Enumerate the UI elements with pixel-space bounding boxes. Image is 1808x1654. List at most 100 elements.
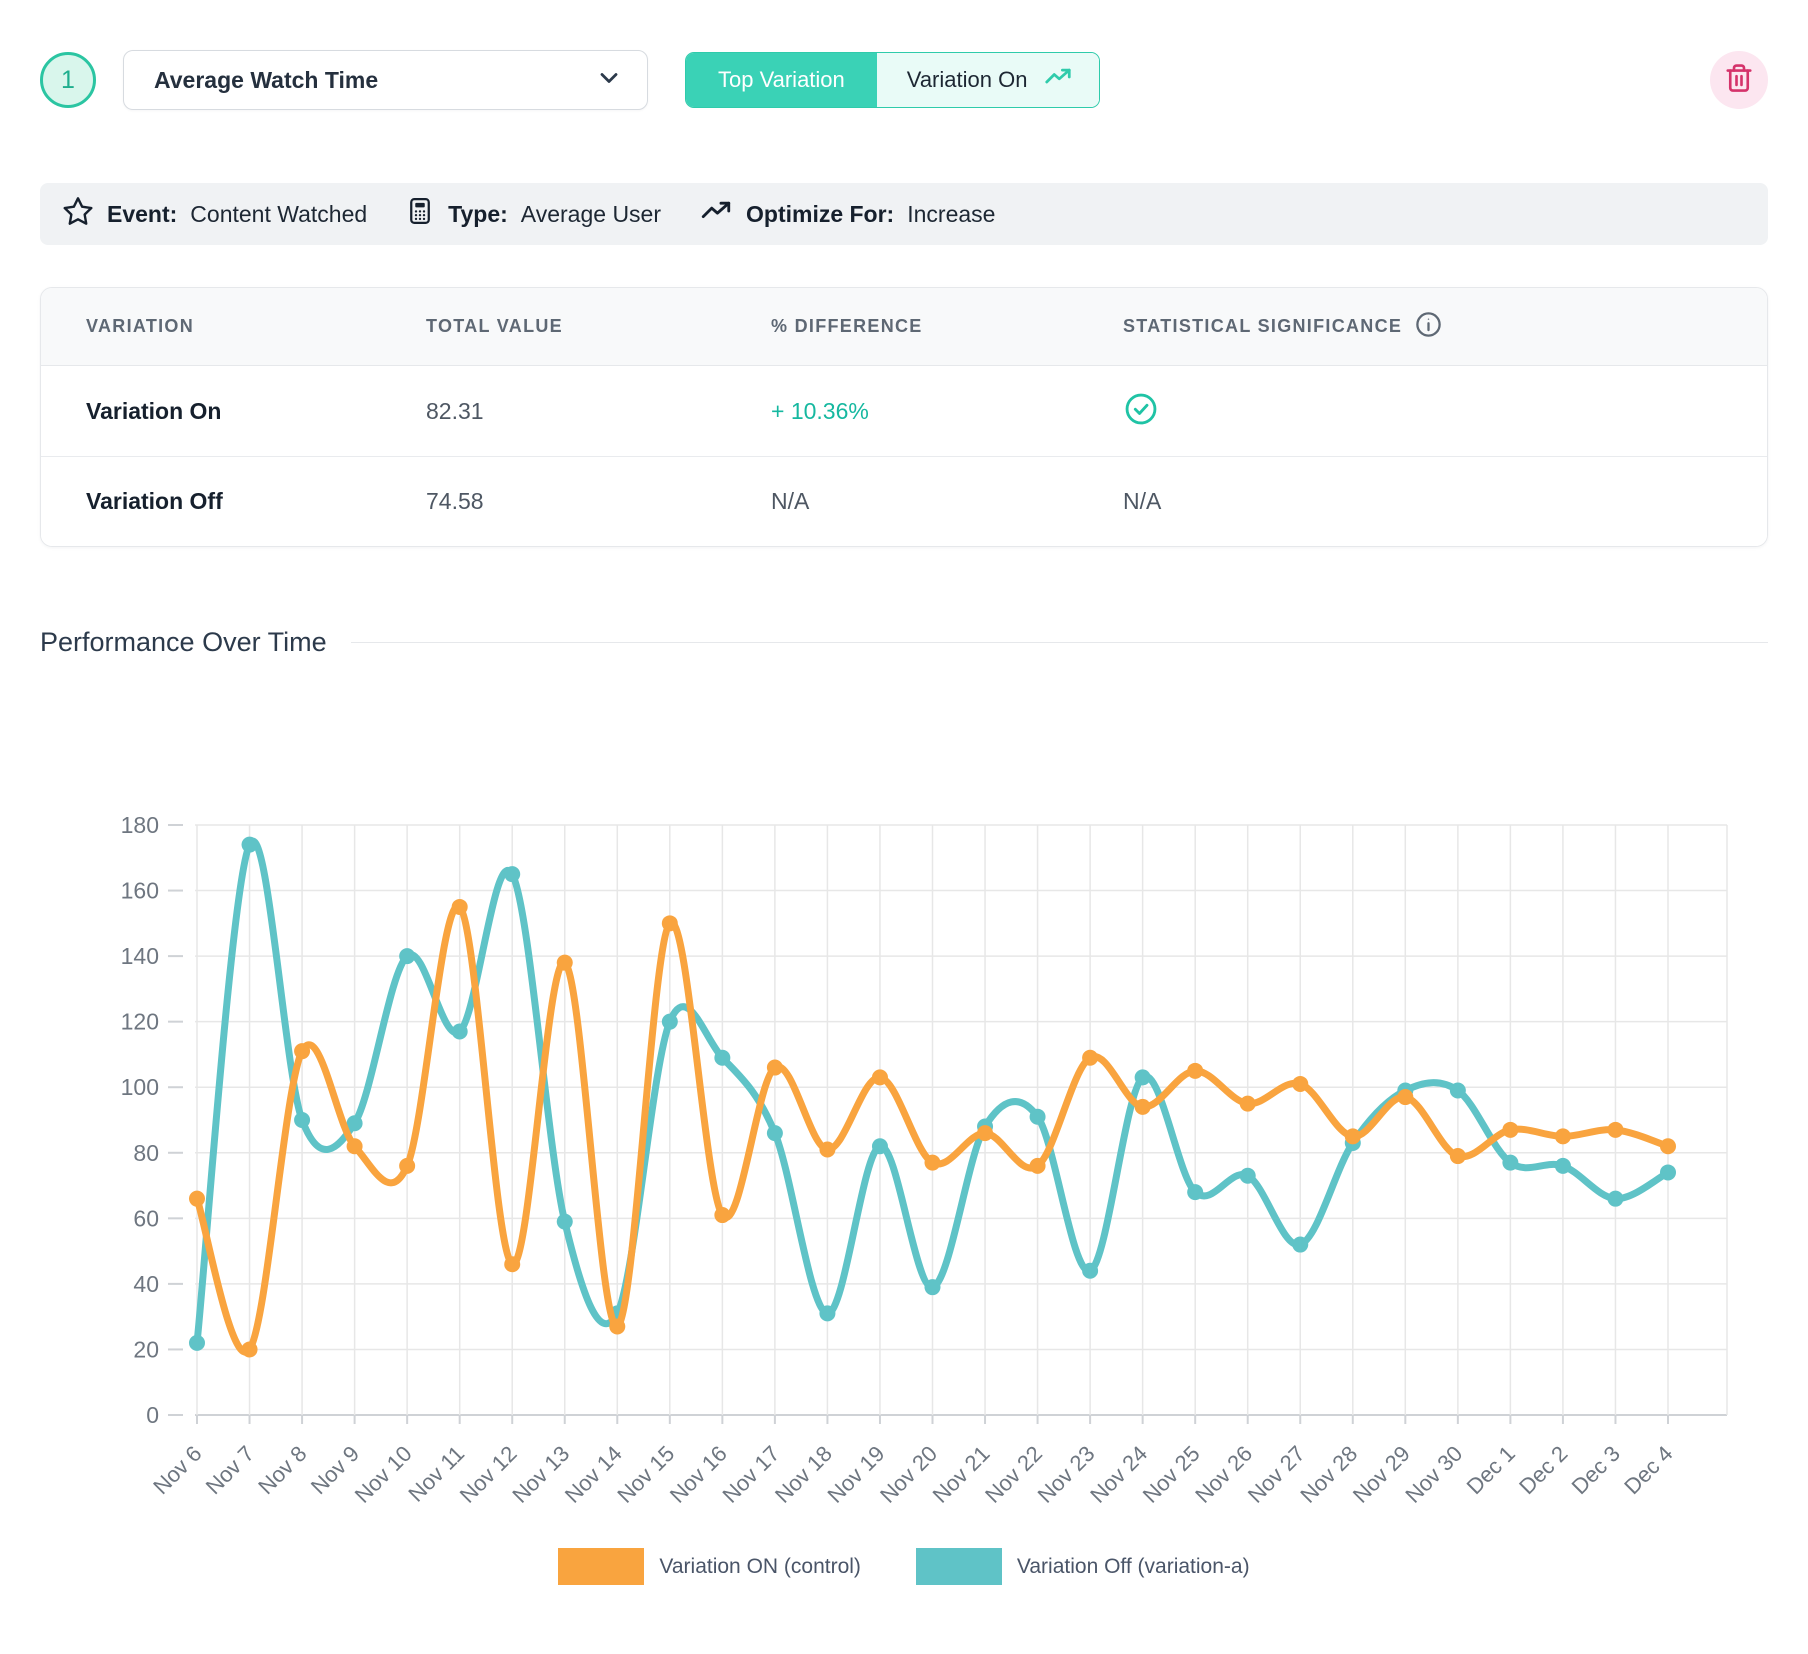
data-point[interactable] — [1502, 1122, 1518, 1138]
card-header-controls: 1 Average Watch Time Top Variation Varia… — [40, 50, 1768, 110]
col-variation: VARIATION — [86, 316, 426, 337]
data-point[interactable] — [1082, 1050, 1098, 1066]
data-point[interactable] — [1292, 1237, 1308, 1253]
col-total-value: TOTAL VALUE — [426, 316, 771, 337]
data-point[interactable] — [1292, 1076, 1308, 1092]
summary-type-value: Average User — [521, 201, 661, 228]
data-point[interactable] — [1397, 1089, 1413, 1105]
toggle-top-variation[interactable]: Top Variation — [686, 53, 877, 107]
data-point[interactable] — [1555, 1128, 1571, 1144]
toggle-variation-on[interactable]: Variation On — [877, 53, 1100, 107]
data-point[interactable] — [662, 1014, 678, 1030]
data-point[interactable] — [189, 1191, 205, 1207]
x-tick-label: Nov 14 — [560, 1441, 627, 1508]
data-point[interactable] — [1082, 1263, 1098, 1279]
performance-chart: 020406080100120140160180Nov 6Nov 7Nov 8N… — [40, 682, 1768, 1542]
x-tick-label: Nov 30 — [1400, 1441, 1467, 1508]
data-point[interactable] — [1240, 1096, 1256, 1112]
y-tick-label: 20 — [133, 1336, 159, 1362]
data-point[interactable] — [1187, 1184, 1203, 1200]
toggle-top-variation-label: Top Variation — [718, 67, 845, 93]
data-point[interactable] — [504, 866, 520, 882]
table-row-variation-on: Variation On 82.31 + 10.36% — [41, 366, 1767, 456]
data-point[interactable] — [347, 1138, 363, 1154]
data-point[interactable] — [1450, 1148, 1466, 1164]
x-tick-label: Nov 13 — [507, 1441, 574, 1508]
data-point[interactable] — [1660, 1164, 1676, 1180]
row1-variation: Variation On — [86, 398, 426, 425]
y-tick-label: 80 — [133, 1140, 159, 1166]
y-tick-label: 180 — [121, 812, 159, 838]
card-index-number: 1 — [61, 66, 75, 95]
data-point[interactable] — [294, 1112, 310, 1128]
data-point[interactable] — [609, 1319, 625, 1335]
y-tick-label: 120 — [121, 1009, 159, 1035]
data-point[interactable] — [242, 1341, 258, 1357]
data-point[interactable] — [1555, 1158, 1571, 1174]
legend-swatch-orange — [558, 1548, 644, 1585]
y-tick-label: 140 — [121, 943, 159, 969]
data-point[interactable] — [714, 1050, 730, 1066]
x-tick-label: Dec 1 — [1462, 1441, 1520, 1499]
metric-dropdown[interactable]: Average Watch Time — [123, 50, 648, 110]
x-tick-label: Nov 7 — [201, 1441, 259, 1499]
data-point[interactable] — [977, 1125, 993, 1141]
data-point[interactable] — [1450, 1083, 1466, 1099]
data-point[interactable] — [557, 1214, 573, 1230]
x-tick-label: Nov 21 — [928, 1441, 995, 1508]
data-point[interactable] — [925, 1155, 941, 1171]
trending-up-icon — [699, 194, 733, 234]
data-point[interactable] — [872, 1138, 888, 1154]
x-tick-label: Nov 11 — [403, 1441, 469, 1507]
calculator-icon — [405, 196, 435, 232]
data-point[interactable] — [452, 899, 468, 915]
data-point[interactable] — [557, 955, 573, 971]
data-point[interactable] — [1345, 1128, 1361, 1144]
data-point[interactable] — [662, 915, 678, 931]
legend-entry-variation-on[interactable]: Variation ON (control) — [558, 1548, 861, 1585]
star-icon — [62, 195, 94, 233]
x-tick-label: Nov 10 — [350, 1441, 417, 1508]
data-point[interactable] — [1607, 1191, 1623, 1207]
section-divider — [351, 642, 1768, 643]
chart-legend: Variation ON (control) Variation Off (va… — [40, 1548, 1768, 1585]
x-tick-label: Nov 17 — [717, 1441, 784, 1508]
x-tick-label: Dec 3 — [1567, 1441, 1625, 1499]
data-point[interactable] — [1030, 1109, 1046, 1125]
data-point[interactable] — [1135, 1099, 1151, 1115]
data-point[interactable] — [504, 1256, 520, 1272]
data-point[interactable] — [714, 1207, 730, 1223]
col-significance-label: STATISTICAL SIGNIFICANCE — [1123, 316, 1402, 337]
data-point[interactable] — [452, 1024, 468, 1040]
data-point[interactable] — [925, 1279, 941, 1295]
data-point[interactable] — [1135, 1069, 1151, 1085]
legend-entry-variation-off[interactable]: Variation Off (variation-a) — [916, 1548, 1250, 1585]
metric-card: 1 Average Watch Time Top Variation Varia… — [0, 0, 1808, 1585]
data-point[interactable] — [872, 1069, 888, 1085]
data-point[interactable] — [242, 837, 258, 853]
data-point[interactable] — [819, 1305, 835, 1321]
trash-icon — [1724, 63, 1754, 98]
toggle-variation-on-label: Variation On — [907, 67, 1028, 93]
data-point[interactable] — [294, 1043, 310, 1059]
data-point[interactable] — [189, 1335, 205, 1351]
data-point[interactable] — [1607, 1122, 1623, 1138]
data-point[interactable] — [1240, 1168, 1256, 1184]
delete-metric-button[interactable] — [1710, 51, 1768, 109]
data-point[interactable] — [1660, 1138, 1676, 1154]
data-point[interactable] — [399, 948, 415, 964]
data-point[interactable] — [1502, 1155, 1518, 1171]
summary-type-label: Type: — [448, 201, 508, 228]
info-icon[interactable] — [1414, 310, 1443, 344]
data-point[interactable] — [767, 1125, 783, 1141]
variation-results-table: VARIATION TOTAL VALUE % DIFFERENCE STATI… — [40, 287, 1768, 547]
data-point[interactable] — [767, 1060, 783, 1076]
data-point[interactable] — [819, 1142, 835, 1158]
data-point[interactable] — [1030, 1158, 1046, 1174]
data-point[interactable] — [1187, 1063, 1203, 1079]
summary-optimize-value: Increase — [907, 201, 995, 228]
x-tick-label: Nov 6 — [148, 1441, 206, 1499]
x-tick-label: Nov 24 — [1085, 1441, 1152, 1508]
data-point[interactable] — [399, 1158, 415, 1174]
x-tick-label: Nov 18 — [770, 1441, 837, 1508]
